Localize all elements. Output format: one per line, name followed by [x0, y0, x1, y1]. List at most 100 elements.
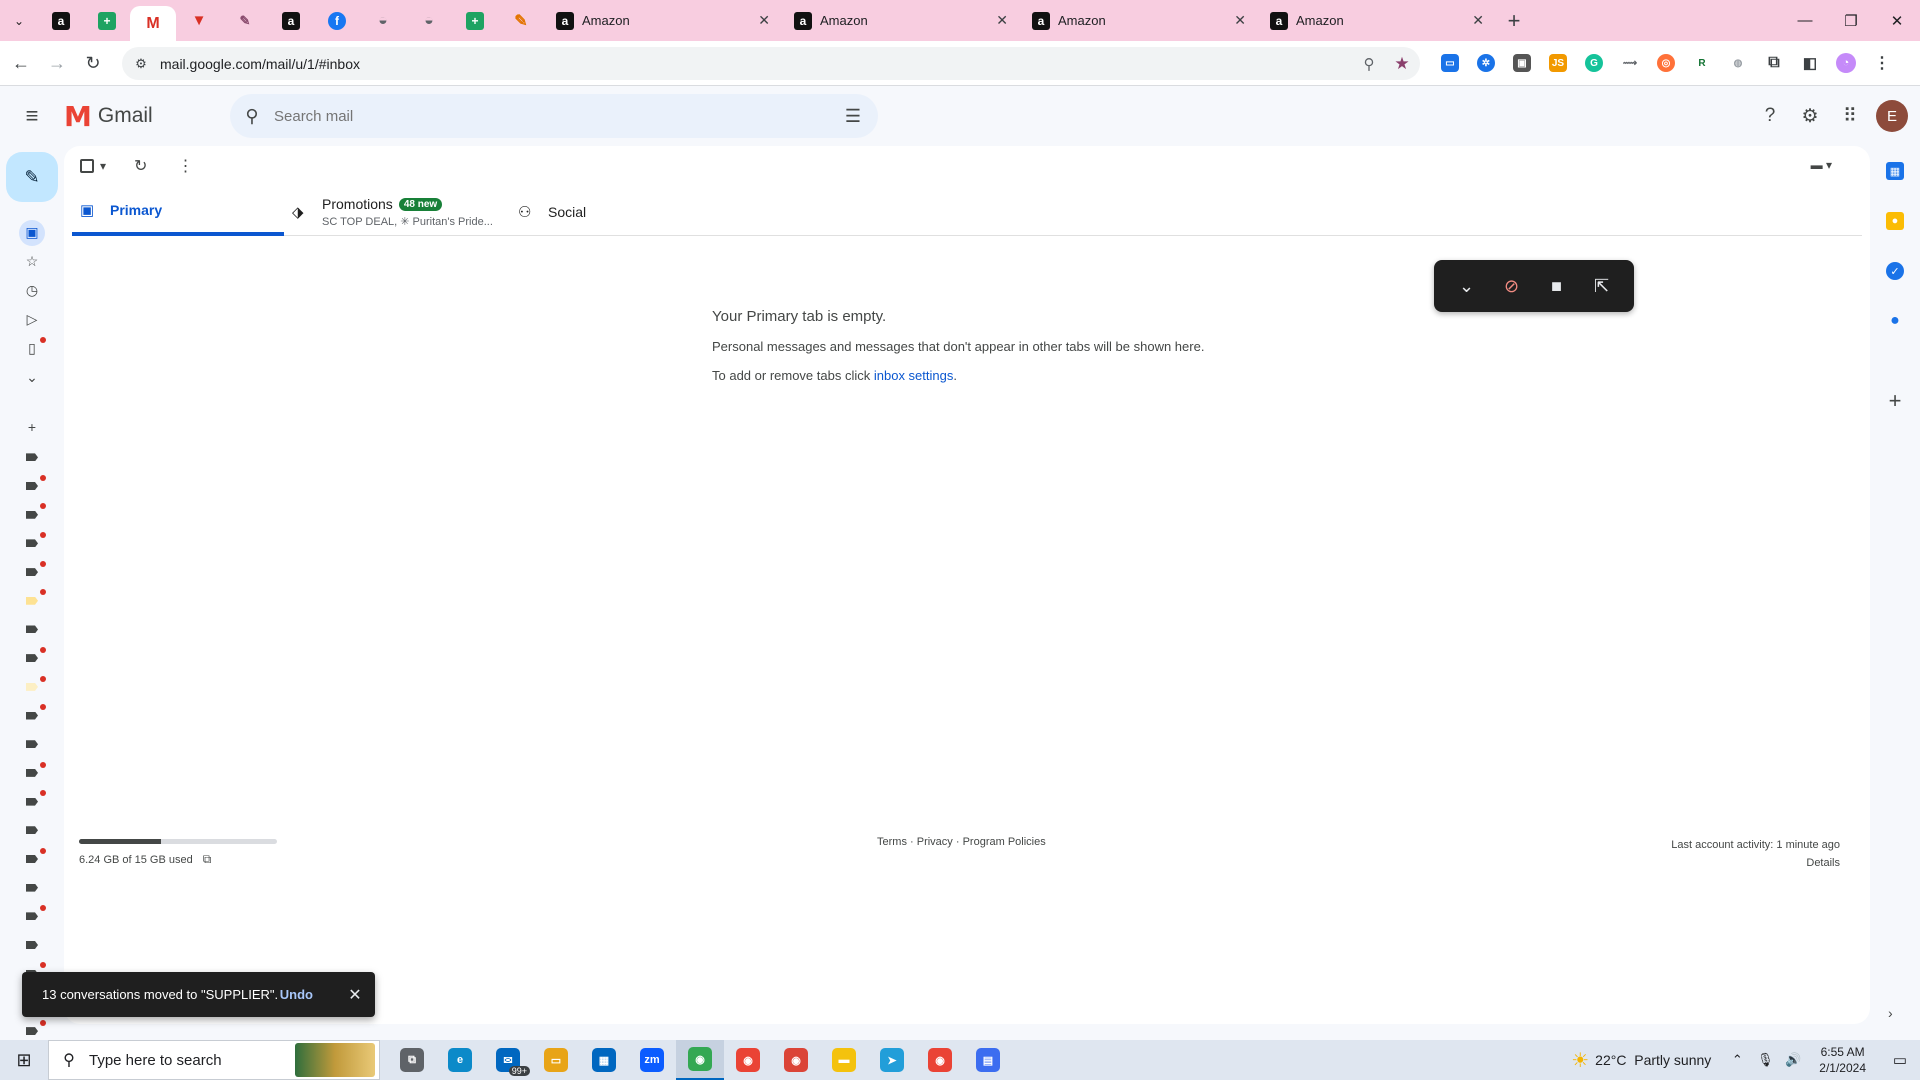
store-app[interactable]: ▦ [580, 1040, 628, 1080]
close-icon[interactable]: ✕ [335, 985, 375, 1005]
terms-link[interactable]: Terms [877, 836, 907, 848]
collapse-chevron-icon[interactable]: ⌄ [1451, 276, 1483, 297]
pinned-tab[interactable]: ✎ [498, 0, 544, 41]
keep-app-button[interactable]: ● [1870, 196, 1920, 246]
browser-menu-icon[interactable]: ⋮ [1868, 51, 1896, 75]
nav-drafts[interactable]: ▯ [0, 334, 64, 363]
minimize-button[interactable]: — [1782, 0, 1828, 41]
create-label-button[interactable]: + [0, 412, 64, 441]
external-link-icon[interactable]: ⧉ [203, 852, 212, 867]
back-button[interactable]: ← [6, 53, 36, 74]
zoom-app[interactable]: zm [628, 1040, 676, 1080]
tab-social[interactable]: ⚇ Social [510, 188, 710, 236]
extension-icon-6[interactable]: ⟿ [1616, 51, 1644, 75]
select-dropdown-icon[interactable]: ▾ [100, 159, 106, 173]
pinned-tab[interactable]: ▼ [176, 0, 222, 41]
extension-icon-7[interactable]: ◎ [1652, 51, 1680, 75]
label-item[interactable] [0, 500, 64, 529]
label-item[interactable] [0, 472, 64, 501]
main-menu-icon[interactable]: ≡ [0, 103, 64, 129]
browser-tab[interactable]: a Amazon ✕ [544, 0, 782, 41]
close-tab-icon[interactable]: ✕ [1472, 12, 1484, 29]
select-all-checkbox[interactable] [80, 159, 94, 173]
refresh-icon[interactable]: ↻ [134, 156, 147, 176]
browser-tab[interactable]: a Amazon ✕ [1258, 0, 1496, 41]
site-info-icon[interactable]: ⚙ [126, 56, 156, 72]
close-tab-icon[interactable]: ✕ [1234, 12, 1246, 29]
search-input[interactable] [274, 107, 828, 125]
side-panel-icon[interactable]: ◧ [1796, 51, 1824, 75]
grammarly-icon[interactable]: G [1580, 51, 1608, 75]
search-icon[interactable]: ⚲ [230, 106, 274, 127]
hide-side-panel-chevron-icon[interactable]: › [1888, 1005, 1893, 1021]
pinned-tab[interactable]: + [452, 0, 498, 41]
profile-avatar[interactable]: ◔ [1832, 51, 1860, 75]
extension-icon-8[interactable]: R [1688, 51, 1716, 75]
program-policies-link[interactable]: Program Policies [963, 836, 1046, 848]
sticky-notes-app[interactable]: ▬ [820, 1040, 868, 1080]
extension-icon-3[interactable]: ▣ [1508, 51, 1536, 75]
chevron-up-icon[interactable]: ⌃ [1725, 1052, 1749, 1068]
label-item[interactable] [0, 873, 64, 902]
apps-grid-icon[interactable]: ⠿ [1830, 96, 1870, 136]
label-item[interactable] [0, 701, 64, 730]
forward-button[interactable]: → [42, 53, 72, 74]
gmail-logo[interactable]: M Gmail [64, 100, 153, 133]
tab-search-button[interactable]: ⌄ [0, 0, 38, 41]
chrome-profile-app[interactable]: ◉ [724, 1040, 772, 1080]
weather-widget[interactable]: ☀ 22°C Partly sunny [1571, 1048, 1711, 1073]
label-item[interactable] [0, 615, 64, 644]
pop-out-icon[interactable]: ⇱ [1586, 276, 1618, 297]
bookmark-star-icon[interactable]: ★ [1384, 54, 1420, 74]
label-item[interactable] [0, 845, 64, 874]
close-window-button[interactable]: ✕ [1874, 0, 1920, 41]
label-item[interactable] [0, 644, 64, 673]
undo-button[interactable]: Undo [280, 987, 313, 1002]
new-tab-button[interactable]: + [1496, 8, 1532, 34]
address-bar[interactable]: ⚙ mail.google.com/mail/u/1/#inbox ⚲ ★ [122, 47, 1420, 80]
pinned-tab[interactable]: ◒ [406, 0, 452, 41]
label-item[interactable] [0, 931, 64, 960]
pinned-tab[interactable]: M [130, 6, 176, 41]
extension-icon-4[interactable]: JS [1544, 51, 1572, 75]
nav-inbox[interactable]: ▣ [0, 218, 64, 247]
label-item[interactable] [0, 902, 64, 931]
pinned-tab[interactable]: + [84, 0, 130, 41]
label-item[interactable] [0, 673, 64, 702]
telegram-app[interactable]: ➤ [868, 1040, 916, 1080]
tab-promotions[interactable]: ⬗ Promotions 48 new SC TOP DEAL, ✳ Purit… [284, 188, 510, 236]
volume-icon[interactable]: 🔊 [1781, 1052, 1805, 1068]
nav-starred[interactable]: ☆ [0, 247, 64, 276]
pinned-tab[interactable]: a [268, 0, 314, 41]
extensions-puzzle-icon[interactable]: ⧉ [1760, 51, 1788, 75]
reload-button[interactable]: ↻ [78, 53, 108, 74]
nav-snoozed[interactable]: ◷ [0, 276, 64, 305]
label-item[interactable] [0, 730, 64, 759]
label-item[interactable] [0, 558, 64, 587]
task-view-app[interactable]: ⧉ [388, 1040, 436, 1080]
close-tab-icon[interactable]: ✕ [758, 12, 770, 29]
pinned-tab[interactable]: ◒ [360, 0, 406, 41]
camera-icon[interactable]: ■ [1541, 276, 1573, 297]
mail-app[interactable]: ✉ 99+ [484, 1040, 532, 1080]
activity-details-link[interactable]: Details [1671, 854, 1840, 872]
get-addons-button[interactable]: + [1870, 376, 1920, 426]
privacy-link[interactable]: Privacy [917, 836, 953, 848]
support-icon[interactable]: ? [1750, 96, 1790, 136]
label-item[interactable] [0, 759, 64, 788]
label-item[interactable] [0, 586, 64, 615]
extension-icon-2[interactable]: ✲ [1472, 51, 1500, 75]
edge-app[interactable]: e [436, 1040, 484, 1080]
pinned-tab[interactable]: a [38, 0, 84, 41]
extension-icon-1[interactable]: ▭ [1436, 51, 1464, 75]
compose-button[interactable]: ✎ [6, 152, 58, 202]
zoom-icon[interactable]: ⚲ [1354, 55, 1384, 73]
browser-tab[interactable]: a Amazon ✕ [1020, 0, 1258, 41]
nav-sent[interactable]: ▷ [0, 305, 64, 334]
notifications-icon[interactable]: ▭ [1880, 1051, 1920, 1069]
mic-muted-icon[interactable]: ⊘ [1496, 276, 1528, 297]
label-item[interactable] [0, 787, 64, 816]
calendar-app-button[interactable]: ▦ [1870, 146, 1920, 196]
extension-icon-9[interactable]: ◍ [1724, 51, 1752, 75]
chrome-profile-app-2[interactable]: ◉ [772, 1040, 820, 1080]
